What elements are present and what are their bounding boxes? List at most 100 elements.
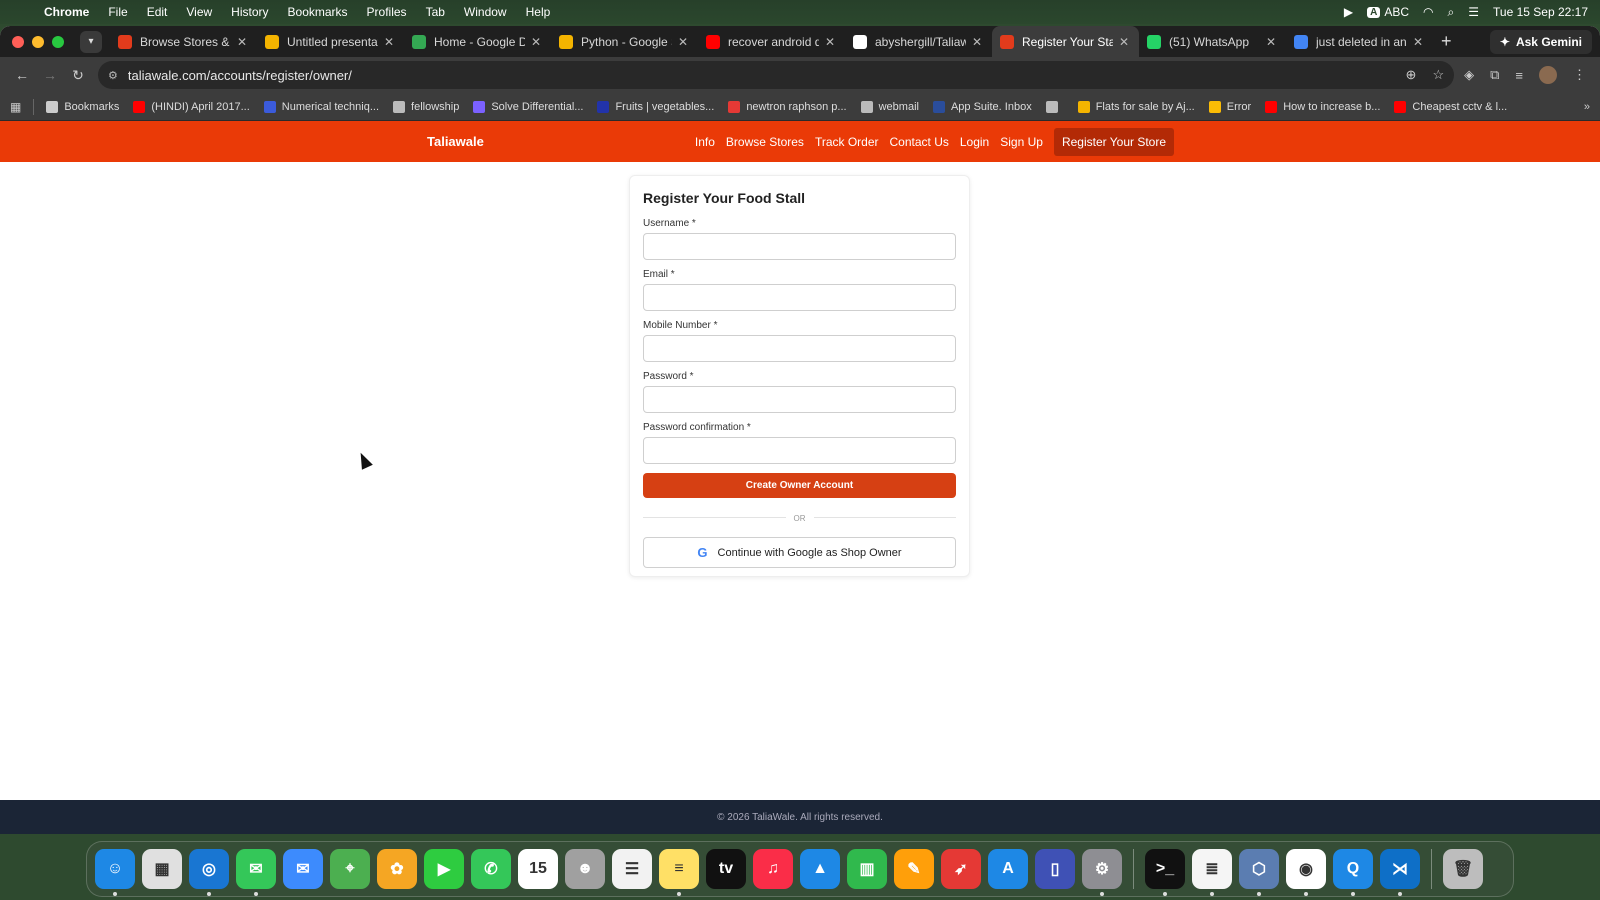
dock-terminal-icon[interactable]: >_	[1145, 849, 1185, 896]
control-center-icon[interactable]: ☰	[1468, 5, 1479, 19]
bookmark-item[interactable]: fellowship	[393, 100, 459, 113]
register-store-button[interactable]: Register Your Store	[1053, 127, 1174, 156]
dock-notes-icon[interactable]: ≡	[659, 849, 699, 896]
menu-window[interactable]: Window	[464, 5, 507, 19]
menu-bookmarks[interactable]: Bookmarks	[288, 5, 348, 19]
dock-trash-icon[interactable]: 🗑	[1443, 849, 1483, 889]
bookmark-item[interactable]: Solve Differential...	[473, 100, 583, 113]
dock-launchpad-icon[interactable]: ▦	[142, 849, 182, 889]
nav-link-login[interactable]: Login	[960, 135, 989, 149]
dock-tv-icon[interactable]: tv	[706, 849, 746, 889]
apps-grid-icon[interactable]: ▦	[10, 100, 21, 114]
play-icon[interactable]: ▶	[1344, 5, 1353, 19]
tab-close-icon[interactable]: ✕	[676, 35, 690, 49]
close-window-button[interactable]	[12, 35, 24, 48]
dock-textedit-icon[interactable]: ≣	[1192, 849, 1232, 896]
extensions-puzzle-icon[interactable]: ⧉	[1490, 67, 1499, 83]
browser-tab[interactable]: recover android de ✕	[698, 26, 845, 57]
dock-reminders-icon[interactable]: ☰	[612, 849, 652, 889]
dock-messages-icon[interactable]: ✉	[236, 849, 276, 896]
forward-arrow-icon[interactable]: →	[36, 67, 64, 83]
browser-tab[interactable]: Register Your Stall ✕	[992, 26, 1139, 57]
dock-calendar-icon[interactable]: 15	[518, 849, 558, 889]
bookmark-item[interactable]: Cheapest cctv & l...	[1394, 100, 1507, 113]
menu-help[interactable]: Help	[526, 5, 551, 19]
menu-history[interactable]: History	[231, 5, 268, 19]
wifi-icon[interactable]: ◠	[1423, 5, 1433, 19]
browser-tab[interactable]: Python - Google Sl ✕	[551, 26, 698, 57]
browser-tab[interactable]: abyshergill/Taliawa ✕	[845, 26, 992, 57]
nav-link-browse-stores[interactable]: Browse Stores	[726, 135, 804, 149]
bookmark-item[interactable]: Bookmarks	[46, 100, 119, 113]
password-input[interactable]	[643, 386, 956, 413]
site-brand[interactable]: Taliawale	[427, 134, 484, 149]
spotlight-search-icon[interactable]: ⌕	[1448, 5, 1455, 20]
dock-facetime-icon[interactable]: ▶	[424, 849, 464, 889]
dock-photos-icon[interactable]: ✿	[377, 849, 417, 889]
password-confirmation-input[interactable]	[643, 437, 956, 464]
bookmark-item[interactable]	[1045, 100, 1064, 113]
dock-mail-icon[interactable]: ✉	[283, 849, 323, 889]
input-source[interactable]: A ABC	[1367, 5, 1409, 19]
new-tab-plus-icon[interactable]: +	[1441, 31, 1452, 52]
tab-close-icon[interactable]: ✕	[529, 35, 543, 49]
menubar-clock[interactable]: Tue 15 Sep 22:17	[1493, 5, 1588, 19]
bookmark-item[interactable]: How to increase b...	[1265, 100, 1380, 113]
dock-simulator-icon[interactable]: ▯	[1035, 849, 1075, 889]
browser-tab[interactable]: (51) WhatsApp ✕	[1139, 26, 1286, 57]
create-owner-account-button[interactable]: Create Owner Account	[643, 473, 956, 498]
menu-edit[interactable]: Edit	[147, 5, 168, 19]
tab-close-icon[interactable]: ✕	[1411, 35, 1425, 49]
zoom-magnifier-icon[interactable]: ⊕	[1406, 67, 1417, 83]
bookmark-item[interactable]: App Suite. Inbox	[932, 100, 1032, 113]
bookmark-star-icon[interactable]: ☆	[1432, 67, 1444, 83]
tab-close-icon[interactable]: ✕	[970, 35, 984, 49]
google-signin-button[interactable]: G Continue with Google as Shop Owner	[643, 537, 956, 568]
dock-phone-icon[interactable]: ✆	[471, 849, 511, 889]
bookmarks-overflow-icon[interactable]: »	[1584, 101, 1590, 113]
chrome-menu-kebab-icon[interactable]: ⋮	[1573, 67, 1586, 83]
dock-chrome-icon[interactable]: ◉	[1286, 849, 1326, 896]
dock-vscode-icon[interactable]: ⋊	[1380, 849, 1420, 896]
bookmark-item[interactable]: newtron raphson p...	[728, 100, 847, 113]
tab-close-icon[interactable]: ✕	[1117, 35, 1131, 49]
profile-avatar[interactable]	[1539, 66, 1557, 84]
dock-safari-icon[interactable]: ◎	[189, 849, 229, 896]
nav-link-contact-us[interactable]: Contact Us	[890, 135, 949, 149]
ask-gemini-button[interactable]: ✦ Ask Gemini	[1489, 30, 1592, 54]
media-controls-icon[interactable]: ≡	[1515, 68, 1523, 83]
dock-music-icon[interactable]: ♫	[753, 849, 793, 889]
browser-tab[interactable]: just deleted in ann ✕	[1286, 26, 1433, 57]
extension-shield-icon[interactable]: ◈	[1464, 67, 1474, 83]
mobile-number-input[interactable]	[643, 335, 956, 362]
browser-tab[interactable]: Browse Stores & It ✕	[110, 26, 257, 57]
address-bar[interactable]: ⚙ taliawale.com/accounts/register/owner/…	[98, 61, 1455, 89]
address-url[interactable]: taliawale.com/accounts/register/owner/	[128, 68, 1406, 83]
minimize-window-button[interactable]	[32, 35, 44, 48]
menu-profiles[interactable]: Profiles	[367, 5, 407, 19]
dock-rocket-icon[interactable]: ➶	[941, 849, 981, 889]
tab-search-chevron-icon[interactable]: ▾	[80, 30, 102, 53]
menu-file[interactable]: File	[108, 5, 127, 19]
dock-quicktime-icon[interactable]: Q	[1333, 849, 1373, 896]
bookmark-item[interactable]: webmail	[860, 100, 919, 113]
username-input[interactable]	[643, 233, 956, 260]
menu-app-name[interactable]: Chrome	[44, 5, 89, 19]
nav-link-sign-up[interactable]: Sign Up	[1000, 135, 1043, 149]
menu-view[interactable]: View	[186, 5, 212, 19]
tab-close-icon[interactable]: ✕	[382, 35, 396, 49]
bookmark-item[interactable]: Error	[1208, 100, 1251, 113]
bookmark-item[interactable]: (HINDI) April 2017...	[133, 100, 250, 113]
dock-keynote-icon[interactable]: ▲	[800, 849, 840, 889]
nav-link-info[interactable]: Info	[695, 135, 715, 149]
back-arrow-icon[interactable]: ←	[8, 67, 36, 83]
dock-maps-icon[interactable]: ⌖	[330, 849, 370, 889]
tab-close-icon[interactable]: ✕	[1264, 35, 1278, 49]
menu-tab[interactable]: Tab	[426, 5, 445, 19]
dock-backup-icon[interactable]: ⬡	[1239, 849, 1279, 896]
dock-finder-icon[interactable]: ☺	[95, 849, 135, 896]
tab-close-icon[interactable]: ✕	[235, 35, 249, 49]
dock-contacts-icon[interactable]: ☻	[565, 849, 605, 889]
bookmark-item[interactable]: Flats for sale by Aj...	[1077, 100, 1195, 113]
bookmark-item[interactable]: Numerical techniq...	[263, 100, 379, 113]
